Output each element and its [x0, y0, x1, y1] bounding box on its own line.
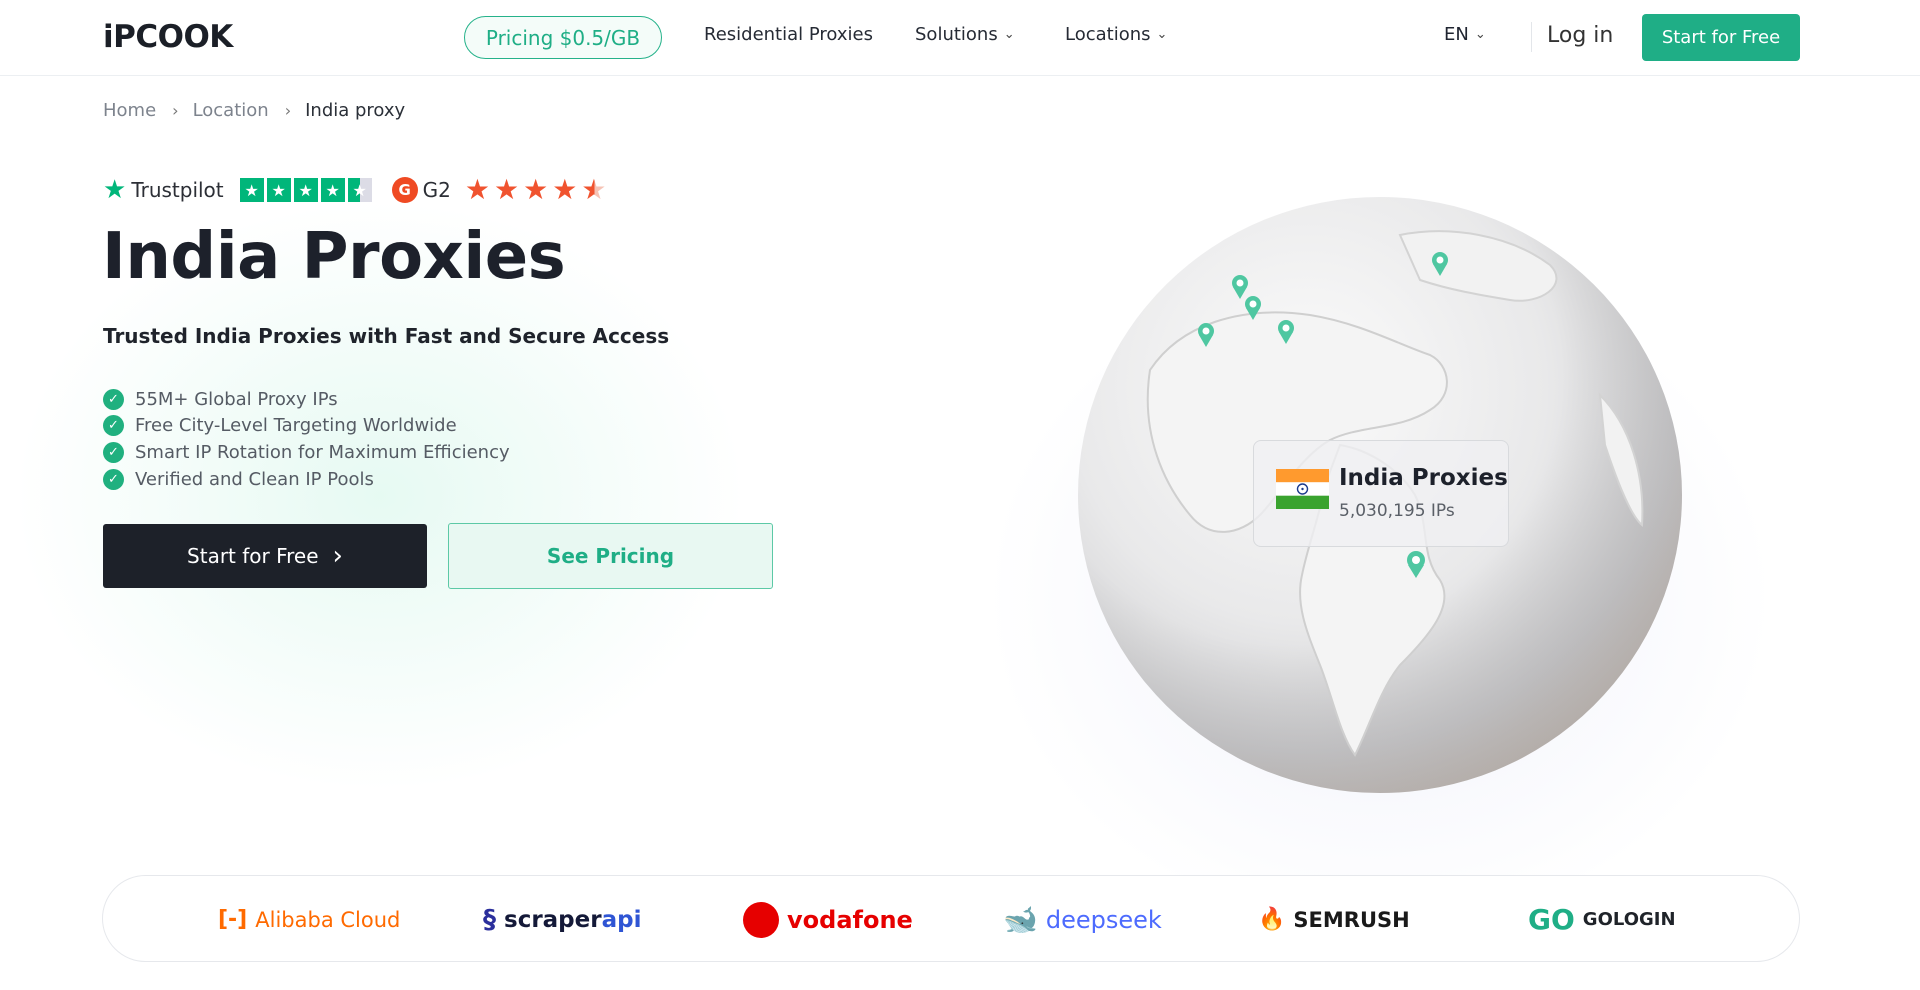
start-free-label: Start for Free: [187, 544, 319, 568]
deepseek-logo: 🐋 deepseek: [1003, 876, 1162, 963]
start-free-button[interactable]: Start for Free ›: [103, 524, 427, 588]
chevron-down-icon: ⌄: [1156, 27, 1168, 42]
nav-locations-label: Locations: [1065, 24, 1151, 45]
feature-text: Smart IP Rotation for Maximum Efficiency: [135, 441, 510, 463]
language-selector[interactable]: EN ⌄: [1444, 24, 1486, 45]
india-flag-icon: [1276, 469, 1329, 509]
star-icon: ★: [493, 173, 520, 206]
country-card: India Proxies 5,030,195 IPs: [1253, 440, 1509, 547]
feature-text: Verified and Clean IP Pools: [135, 468, 374, 490]
feature-text: 55M+ Global Proxy IPs: [135, 388, 338, 410]
nav-residential-proxies[interactable]: Residential Proxies: [704, 24, 873, 45]
page-title: India Proxies: [102, 220, 566, 294]
scraperapi-text-a: scraper: [504, 906, 602, 933]
country-card-title: India Proxies: [1339, 465, 1508, 491]
star-icon: ★: [552, 173, 578, 206]
scraperapi-logo: § scraperapi: [483, 876, 641, 963]
trustpilot-star-icon: ★: [320, 178, 345, 202]
semrush-flame-icon: 🔥: [1258, 907, 1286, 932]
chevron-down-icon: ⌄: [1003, 27, 1015, 42]
feature-text: Free City-Level Targeting Worldwide: [135, 415, 457, 437]
check-circle-icon: ✓: [103, 441, 124, 463]
trustpilot-half-star-icon: ★: [347, 178, 372, 202]
feature-item: ✓ Verified and Clean IP Pools: [103, 466, 510, 493]
ratings-row: ★ Trustpilot ★ ★ ★ ★ ★ G G2 ★ ★ ★ ★ ★: [103, 175, 606, 205]
semrush-logo: 🔥 SEMRUSH: [1258, 876, 1410, 963]
check-circle-icon: ✓: [103, 388, 124, 410]
g2-stars: ★ ★ ★ ★ ★: [465, 176, 607, 204]
feature-item: ✓ Free City-Level Targeting Worldwide: [103, 413, 510, 440]
star-icon: ★: [523, 173, 549, 206]
header-start-free-button[interactable]: Start for Free: [1642, 14, 1800, 61]
nav-solutions-label: Solutions: [915, 24, 998, 45]
trustpilot-star-icon: ★: [239, 178, 264, 202]
scraperapi-s-icon: §: [483, 904, 496, 935]
see-pricing-button[interactable]: See Pricing: [448, 523, 773, 589]
feature-item: ✓ 55M+ Global Proxy IPs: [103, 386, 510, 413]
trustpilot-star-icon: ★: [103, 175, 127, 205]
scraperapi-wordmark: scraperapi: [504, 907, 641, 933]
language-label: EN: [1444, 24, 1469, 45]
deepseek-text: deepseek: [1045, 905, 1162, 934]
feature-item: ✓ Smart IP Rotation for Maximum Efficienc…: [103, 439, 510, 466]
gologin-logo: GO GOLOGIN: [1528, 876, 1676, 963]
ipcook-logo[interactable]: iPCOOK: [103, 19, 233, 55]
gologin-text: GOLOGIN: [1582, 909, 1676, 930]
deepseek-whale-icon: 🐋: [1003, 903, 1038, 936]
scraperapi-text-b: api: [601, 906, 642, 933]
star-icon: ★: [464, 173, 490, 206]
semrush-text: SEMRUSH: [1293, 907, 1410, 932]
chevron-right-icon: ›: [284, 101, 292, 120]
alibaba-cloud-logo: [-] Alibaba Cloud: [218, 876, 400, 963]
nav-residential-proxies-label: Residential Proxies: [704, 24, 873, 45]
breadcrumb: Home › Location › India proxy: [103, 100, 405, 121]
chevron-right-icon: ›: [172, 101, 179, 120]
feature-list: ✓ 55M+ Global Proxy IPs ✓ Free City-Level …: [103, 386, 510, 492]
trustpilot-star-icon: ★: [293, 178, 318, 202]
nav-locations[interactable]: Locations ⌄: [1065, 24, 1167, 45]
breadcrumb-location[interactable]: Location: [193, 100, 269, 121]
vodafone-text: vodafone: [787, 905, 913, 934]
check-circle-icon: ✓: [103, 468, 124, 490]
gologin-go-icon: GO: [1528, 903, 1575, 936]
alibaba-bracket-icon: [-]: [218, 907, 248, 932]
login-link[interactable]: Log in: [1547, 23, 1613, 48]
pricing-pill-button[interactable]: Pricing $0.5/GB: [464, 16, 662, 59]
trustpilot-label: Trustpilot: [131, 178, 224, 202]
partner-logos-strip: [-] Alibaba Cloud § scraperapi vodafone …: [102, 875, 1800, 962]
alibaba-cloud-text: Alibaba Cloud: [255, 907, 401, 932]
vodafone-logo: vodafone: [743, 876, 913, 963]
country-card-ip-count: 5,030,195 IPs: [1339, 501, 1455, 521]
trustpilot-stars: ★ ★ ★ ★ ★: [239, 178, 372, 202]
vodafone-speechmark-icon: [743, 901, 779, 938]
g2-label: G2: [422, 178, 451, 202]
check-circle-icon: ✓: [103, 415, 124, 437]
breadcrumb-home[interactable]: Home: [103, 100, 156, 121]
nav-solutions[interactable]: Solutions ⌄: [915, 24, 1015, 45]
page-subtitle: Trusted India Proxies with Fast and Secu…: [103, 324, 670, 348]
half-star-icon: ★: [581, 173, 607, 206]
chevron-down-icon: ⌄: [1474, 27, 1486, 42]
header-divider: [1531, 22, 1532, 52]
breadcrumb-current: India proxy: [305, 100, 406, 121]
g2-logo-icon: G: [391, 177, 418, 203]
chevron-right-icon: ›: [332, 541, 343, 571]
trustpilot-star-icon: ★: [266, 178, 291, 202]
top-navbar: iPCOOK Pricing $0.5/GB Residential Proxi…: [0, 0, 1920, 76]
